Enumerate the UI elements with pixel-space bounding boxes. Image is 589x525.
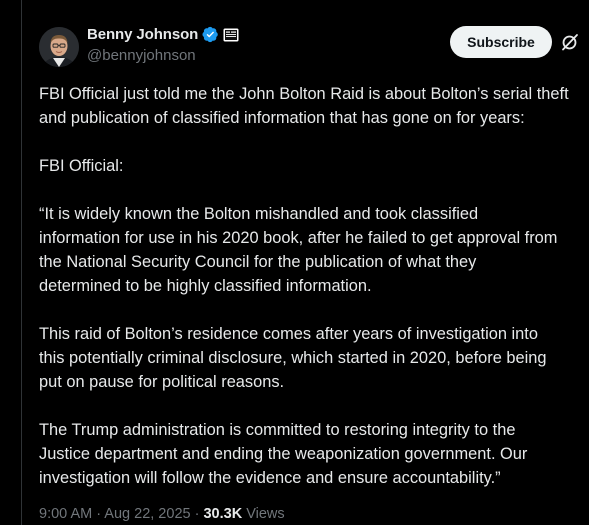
subscribe-button[interactable]: Subscribe	[450, 26, 552, 58]
meta-separator: ·	[92, 506, 105, 522]
tweet-paragraph: The Trump administration is committed to…	[39, 418, 589, 490]
verified-badge-icon[interactable]	[202, 26, 219, 43]
avatar-portrait	[39, 27, 79, 67]
author-name[interactable]: Benny Johnson	[87, 26, 198, 43]
meta-separator: ·	[190, 506, 204, 522]
text-line: “It is widely known the Bolton mishandle…	[39, 205, 479, 223]
text-line: This raid of Bolton’s residence comes af…	[39, 325, 538, 343]
text-line: this potentially criminal disclosure, wh…	[39, 349, 547, 367]
text-line: investigation will follow the evidence a…	[39, 469, 501, 487]
tweet-text: FBI Official just told me the John Bolto…	[39, 82, 589, 490]
text-line: Justice department and ending the weapon…	[39, 445, 528, 463]
views-label: Views	[246, 506, 285, 522]
text-line: and publication of classified informatio…	[39, 109, 525, 127]
text-line: The Trump administration is committed to…	[39, 421, 516, 439]
tweet-paragraph: “It is widely known the Bolton mishandle…	[39, 202, 589, 298]
tweet-paragraph: FBI Official just told me the John Bolto…	[39, 82, 589, 130]
text-line: determined to be highly classified infor…	[39, 277, 372, 295]
post-date[interactable]: Aug 22, 2025	[104, 506, 190, 522]
grok-icon[interactable]	[560, 32, 580, 52]
text-line: the National Security Council for the pu…	[39, 253, 477, 271]
affiliate-badge-icon[interactable]	[223, 28, 239, 42]
post-time[interactable]: 9:00 AM	[39, 506, 92, 522]
author-name-row: Benny Johnson	[87, 26, 239, 43]
tweet: Benny Johnson @bennyjohnson Subscribe FB…	[22, 0, 589, 525]
views-count: 30.3K	[203, 506, 243, 522]
text-line: FBI Official:	[39, 157, 124, 175]
text-line: FBI Official just told me the John Bolto…	[39, 85, 569, 103]
avatar[interactable]	[39, 27, 79, 67]
author-handle[interactable]: @bennyjohnson	[87, 47, 196, 64]
tweet-paragraph: FBI Official:	[39, 154, 589, 178]
text-line: put on pause for political reasons.	[39, 373, 285, 391]
tweet-paragraph: This raid of Bolton’s residence comes af…	[39, 322, 589, 394]
text-line: information for use in his 2020 book, af…	[39, 229, 558, 247]
tweet-meta: 9:00 AM · Aug 22, 2025 · 30.3K Views	[39, 506, 285, 522]
